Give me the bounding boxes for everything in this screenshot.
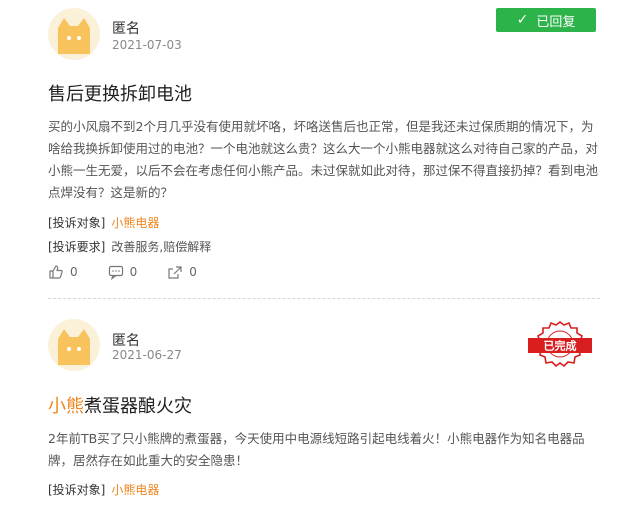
complaint-target-link[interactable]: 小熊电器 xyxy=(111,216,159,230)
replied-status-label: 已回复 xyxy=(536,14,576,30)
post-date: 2021-06-27 xyxy=(112,348,182,362)
complaint-target-row: [投诉对象] 小熊电器 xyxy=(48,481,159,498)
complaint-title[interactable]: 售后更换拆卸电池 xyxy=(48,80,192,106)
complaint-content: 买的小风扇不到2个月几乎没有使用就坏咯，坏咯送售后也正常，但是我还未过保质期的情… xyxy=(48,119,599,200)
cat-avatar-icon xyxy=(58,18,90,54)
comment-count: 0 xyxy=(129,265,138,279)
avatar xyxy=(48,319,100,371)
complaint-target-label: [投诉对象] xyxy=(48,216,106,230)
thumbs-up-icon xyxy=(49,265,63,279)
comment-button[interactable]: 0 xyxy=(108,264,138,280)
share-icon xyxy=(168,266,182,279)
complaint-target-label: [投诉对象] xyxy=(48,483,106,497)
action-bar: 0 0 0 xyxy=(48,264,227,280)
like-button[interactable]: 0 xyxy=(48,264,78,280)
complaint-request-label: [投诉要求] xyxy=(48,240,106,254)
title-rest: 煮蛋器酿火灾 xyxy=(84,396,192,417)
complaint-content: 2年前TB买了只小熊牌的煮蛋器，今天使用中电源线短路引起电线着火！小熊电器作为知… xyxy=(48,431,585,468)
complaint-title[interactable]: 小熊煮蛋器酿火灾 xyxy=(48,392,192,418)
user-name: 匿名 xyxy=(112,21,140,37)
post-date: 2021-07-03 xyxy=(112,38,182,52)
replied-status-badge[interactable]: ✓ 已回复 xyxy=(496,8,596,32)
cat-avatar-icon xyxy=(58,329,90,365)
comment-icon xyxy=(108,265,123,280)
complaint-request-value: 改善服务,赔偿解释 xyxy=(111,240,212,254)
completed-stamp-icon: 已完成 xyxy=(528,321,592,368)
like-count: 0 xyxy=(70,265,78,279)
complaint-request-row: [投诉要求] 改善服务,赔偿解释 xyxy=(48,238,211,255)
complaint-target-link[interactable]: 小熊电器 xyxy=(111,483,159,497)
avatar xyxy=(48,8,100,60)
user-name: 匿名 xyxy=(112,333,140,349)
share-count: 0 xyxy=(189,265,197,279)
title-highlight: 小熊 xyxy=(48,396,84,417)
check-icon: ✓ xyxy=(516,12,529,28)
stamp-label: 已完成 xyxy=(544,339,577,353)
complaint-target-row: [投诉对象] 小熊电器 xyxy=(48,214,159,231)
card-divider xyxy=(48,298,600,299)
share-button[interactable]: 0 xyxy=(167,264,197,280)
